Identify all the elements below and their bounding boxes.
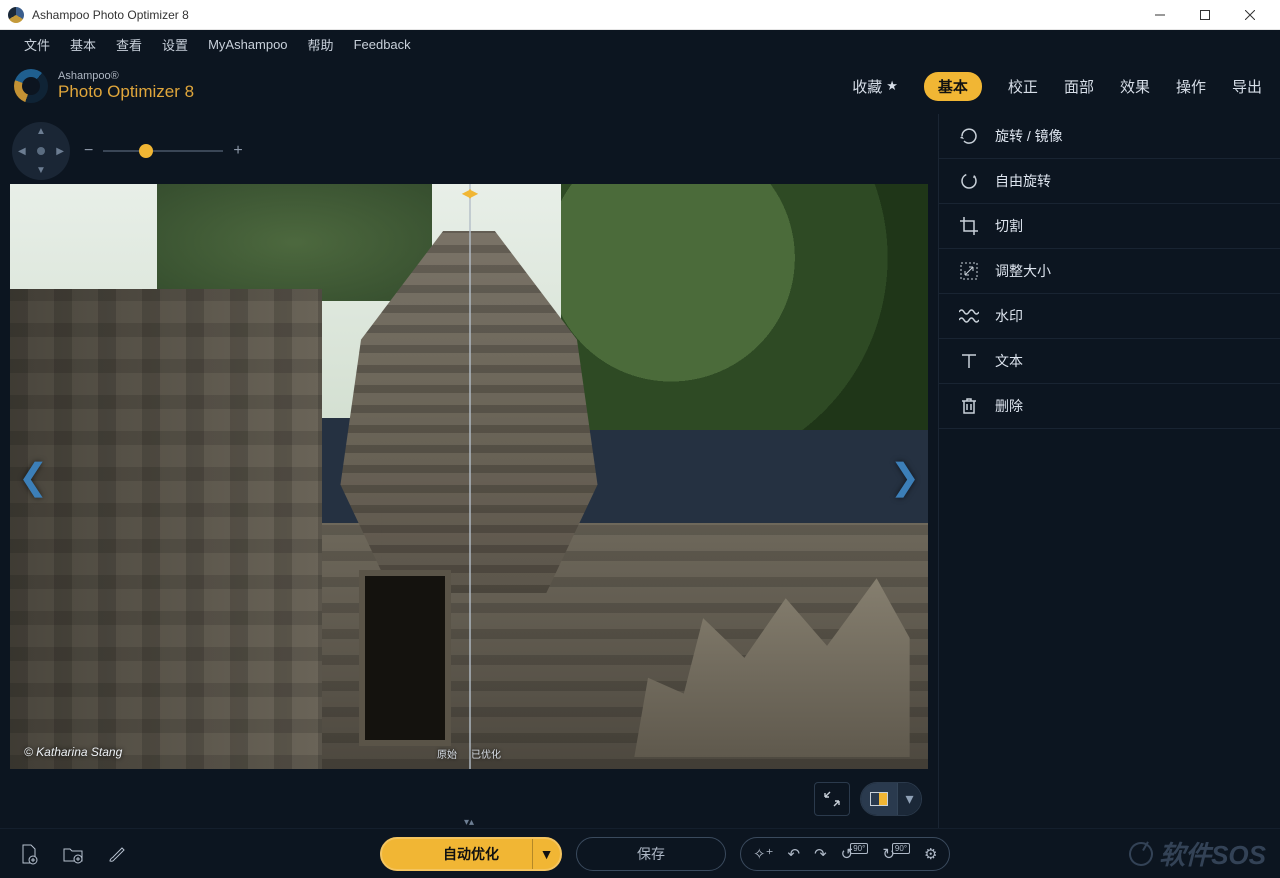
star-icon: ★ [886, 78, 898, 94]
label-optimized: 已优化 [471, 746, 501, 761]
text-icon [959, 351, 979, 371]
image-viewport[interactable]: ◀▶ ❮ ❯ © Katharina Stang 原始 已优化 [10, 184, 928, 769]
compare-handle-icon[interactable]: ◀▶ [462, 186, 476, 200]
window-title: Ashampoo Photo Optimizer 8 [32, 8, 1137, 22]
sidebar-item-label: 自由旋转 [995, 171, 1051, 191]
page-watermark: 软件SOS [1129, 835, 1266, 872]
undo-button[interactable]: ↶ [788, 845, 801, 863]
window-title-bar: Ashampoo Photo Optimizer 8 [0, 0, 1280, 30]
redo-button[interactable]: ↷ [814, 845, 827, 863]
tab-favorites[interactable]: 收藏★ [852, 76, 898, 97]
settings-gear-button[interactable]: ⚙ [924, 845, 937, 863]
menu-basic[interactable]: 基本 [60, 35, 106, 54]
view-tools: ▾ [6, 777, 932, 821]
chevron-right-icon: ▶ [56, 146, 64, 157]
delete-icon [959, 396, 979, 416]
crop-icon [959, 216, 979, 236]
sidebar-item-watermark[interactable]: 水印 [939, 294, 1280, 339]
minimize-button[interactable] [1137, 1, 1182, 29]
zoom-thumb[interactable] [139, 144, 153, 158]
collapse-arrows-icon [823, 790, 841, 808]
tab-correction[interactable]: 校正 [1008, 76, 1038, 97]
sidebar-item-label: 调整大小 [995, 261, 1051, 281]
label-original: 原始 [437, 746, 457, 761]
menu-myashampoo[interactable]: MyAshampoo [198, 37, 297, 52]
compare-labels: 原始 已优化 [437, 746, 501, 761]
sidebar-item-rotate-mirror[interactable]: 旋转 / 镜像 [939, 114, 1280, 159]
chevron-left-icon: ◀ [18, 146, 26, 157]
free-rotate-icon [959, 171, 979, 191]
tab-basic[interactable]: 基本 [924, 72, 982, 101]
chevron-down-icon: ▼ [36, 165, 46, 176]
thumbnail-strip-toggle[interactable]: ▾▴ [6, 817, 932, 828]
magic-wand-button[interactable]: ✧⁺ [753, 845, 774, 863]
menu-file[interactable]: 文件 [14, 35, 60, 54]
top-tabs: 收藏★ 基本 校正 面部 效果 操作 导出 [852, 72, 1262, 101]
compare-dropdown[interactable]: ▾ [897, 783, 921, 815]
rotate-mirror-icon [959, 126, 979, 146]
fit-screen-button[interactable] [814, 782, 850, 816]
save-label: 保存 [637, 844, 665, 864]
watermark-text: 软件SOS [1159, 835, 1266, 872]
menu-help[interactable]: 帮助 [298, 35, 344, 54]
compare-split-icon [861, 783, 897, 815]
sidebar-item-resize[interactable]: 调整大小 [939, 249, 1280, 294]
sidebar-item-text[interactable]: 文本 [939, 339, 1280, 384]
tab-export[interactable]: 导出 [1232, 76, 1262, 97]
resize-icon [959, 261, 979, 281]
add-folder-button[interactable] [58, 839, 88, 869]
auto-optimize-dropdown[interactable]: ▼ [532, 839, 560, 869]
rotate-right-90-button[interactable]: ↻90° [882, 845, 910, 863]
sidebar-item-label: 文本 [995, 351, 1023, 371]
body: ▲ ▼ ◀ ▶ − + ◀▶ [0, 114, 1280, 828]
app-shell: 文件 基本 查看 设置 MyAshampoo 帮助 Feedback Asham… [0, 30, 1280, 878]
menu-feedback[interactable]: Feedback [344, 37, 421, 52]
menu-bar: 文件 基本 查看 设置 MyAshampoo 帮助 Feedback [0, 30, 1280, 58]
next-image-button[interactable]: ❯ [890, 456, 920, 498]
watermark-logo-icon [1125, 837, 1158, 870]
side-panel: 旋转 / 镜像 自由旋转 切割 调整大小 水印 文本 [938, 114, 1280, 828]
zoom-slider[interactable]: − + [84, 142, 243, 160]
quick-actions-group: ✧⁺ ↶ ↷ ↺90° ↻90° ⚙ [740, 837, 950, 871]
tab-operate[interactable]: 操作 [1176, 76, 1206, 97]
zoom-in-icon[interactable]: + [233, 142, 242, 160]
watermark-icon [959, 306, 979, 326]
menu-settings[interactable]: 设置 [152, 35, 198, 54]
tab-effects[interactable]: 效果 [1120, 76, 1150, 97]
brand-logo: Ashampoo® Photo Optimizer 8 [14, 69, 194, 103]
tab-face[interactable]: 面部 [1064, 76, 1094, 97]
sidebar-item-crop[interactable]: 切割 [939, 204, 1280, 249]
sidebar-item-label: 切割 [995, 216, 1023, 236]
brand-mark-icon [14, 69, 48, 103]
app-icon [8, 7, 24, 23]
compare-divider[interactable] [469, 184, 471, 769]
pan-center-icon [37, 147, 45, 155]
sidebar-item-label: 旋转 / 镜像 [995, 126, 1063, 146]
rotate-left-90-button[interactable]: ↺90° [841, 845, 869, 863]
sidebar-item-free-rotate[interactable]: 自由旋转 [939, 159, 1280, 204]
add-file-button[interactable] [14, 839, 44, 869]
auto-optimize-button[interactable]: 自动优化 ▼ [380, 837, 562, 871]
chevron-up-icon: ▲ [36, 126, 46, 137]
pan-control[interactable]: ▲ ▼ ◀ ▶ [12, 122, 70, 180]
compare-mode-toggle[interactable]: ▾ [860, 782, 922, 816]
save-button[interactable]: 保存 [576, 837, 726, 871]
menu-view[interactable]: 查看 [106, 35, 152, 54]
previous-image-button[interactable]: ❮ [18, 456, 48, 498]
canvas-area: ▲ ▼ ◀ ▶ − + ◀▶ [0, 114, 938, 828]
sidebar-item-label: 水印 [995, 306, 1023, 326]
sidebar-item-label: 删除 [995, 396, 1023, 416]
brush-button[interactable] [102, 839, 132, 869]
zoom-out-icon[interactable]: − [84, 142, 93, 160]
bottom-bar: 自动优化 ▼ 保存 ✧⁺ ↶ ↷ ↺90° ↻90° ⚙ 软件SOS [0, 828, 1280, 878]
app-header: Ashampoo® Photo Optimizer 8 收藏★ 基本 校正 面部… [0, 58, 1280, 114]
close-button[interactable] [1227, 1, 1272, 29]
brand-line2: Photo Optimizer 8 [58, 83, 194, 101]
auto-optimize-label: 自动优化 [443, 844, 499, 864]
sidebar-item-delete[interactable]: 删除 [939, 384, 1280, 429]
maximize-button[interactable] [1182, 1, 1227, 29]
photo-credit: © Katharina Stang [24, 745, 122, 759]
